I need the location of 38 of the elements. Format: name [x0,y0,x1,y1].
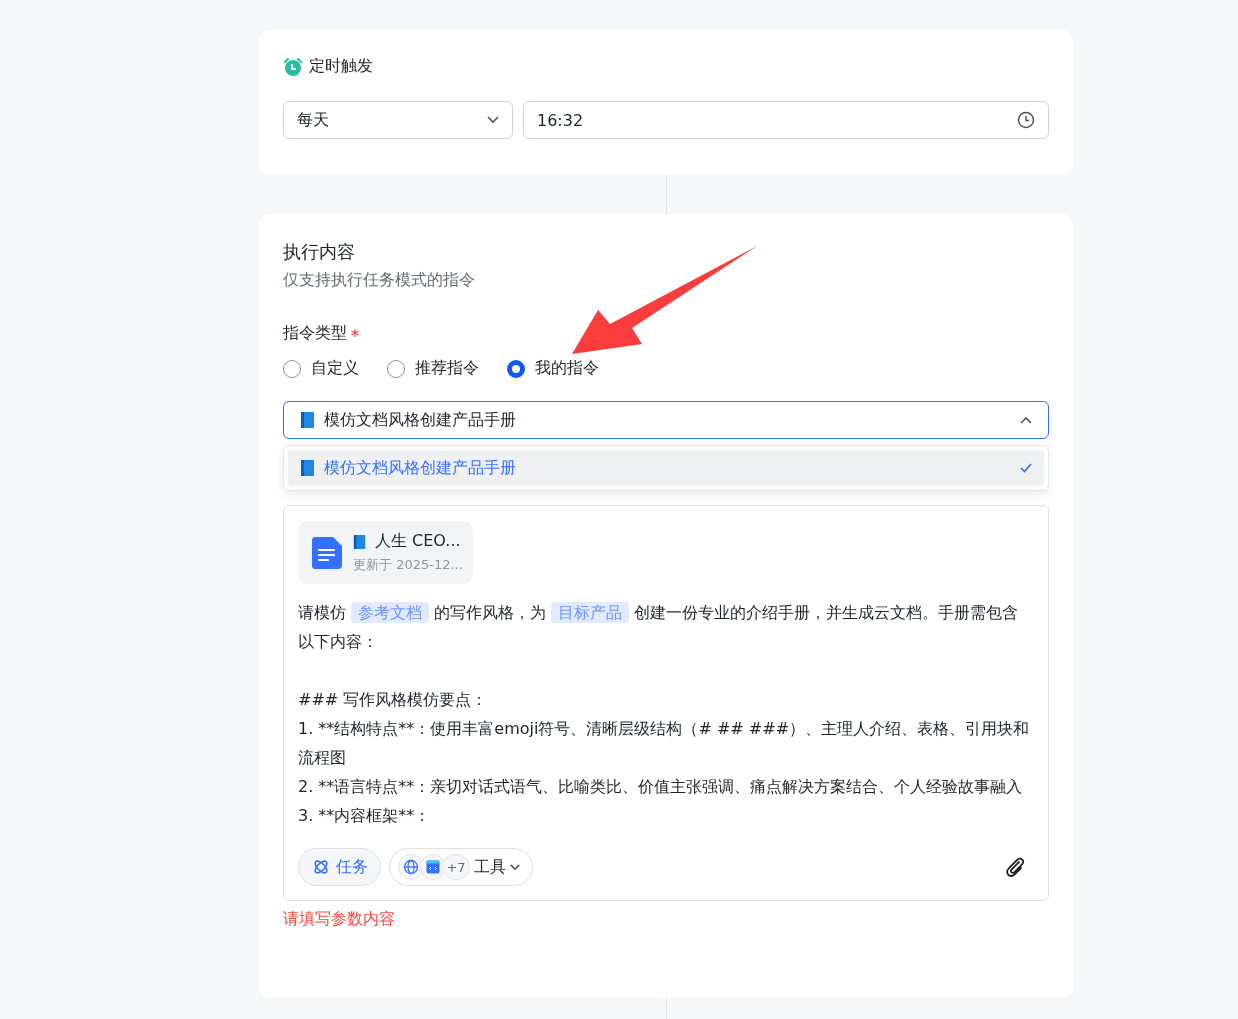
section-title: 定时触发 [309,56,373,77]
prompt-editor[interactable] [283,505,1049,901]
clock-icon [1017,111,1035,129]
radio-option[interactable]: 我的指令 [507,358,599,379]
prompt-text: 3. **内容框架**： [298,805,432,827]
globe-icon [403,859,419,875]
book-icon [353,533,367,550]
task-button[interactable]: 任务 [298,848,381,886]
dropdown-option[interactable]: 模仿文档风格创建产品手册 [288,450,1044,486]
prompt-text: 1. **结构特点**：使用丰富emoji符号、清晰层级结构（# ## ###）、主理人介绍、表格、引用块和流程图 [298,718,1031,769]
document-title: 人生 CEO... [375,531,461,552]
book-icon [300,411,316,429]
error-message: 请填写参数内容 [283,909,396,930]
prompt-text: ### 写作风格模仿要点： [298,689,489,711]
book-icon [300,459,316,477]
check-icon [1020,463,1032,473]
prompt-text: 2. **语言特点**：亲切对话式语气、比喻类比、价值主张强调、痛点解决方案结合、个人经验故事融入 [298,776,1024,798]
prompt-text: 请模仿 参考文档 的写作风格，为 目标产品 创建一份专业的介绍手册，并生成云文档。手册需包含以下内容： [298,601,1020,653]
tools-button[interactable]: +7 工具 [389,848,533,886]
radio-button[interactable] [507,359,525,378]
field-label: 指令类型 [283,323,347,344]
command-select[interactable]: 模仿文档风格创建产品手册 [283,401,1049,439]
chevron-down-icon [487,116,499,124]
chevron-icon [1020,416,1032,424]
frequency-select[interactable]: 每天 [283,101,513,139]
alarm-clock-icon [283,56,303,77]
document-card[interactable]: 人生 CEO... 更新于 2025-12... [298,521,473,584]
document-icon [311,535,343,570]
section-title: 执行内容 [283,240,356,264]
chevron-down-icon [510,863,520,871]
section-subtitle: 仅支持执行任务模式的指令 [283,270,476,291]
radio-option[interactable]: 推荐指令 [387,358,479,379]
document-date: 更新于 2025-12... [353,556,463,574]
code-window-icon [426,860,440,874]
radio-option[interactable]: 自定义 [283,358,359,379]
time-field[interactable]: 16:32 [523,101,1049,139]
attachment-icon[interactable] [1004,856,1026,878]
atom-icon [312,858,330,876]
